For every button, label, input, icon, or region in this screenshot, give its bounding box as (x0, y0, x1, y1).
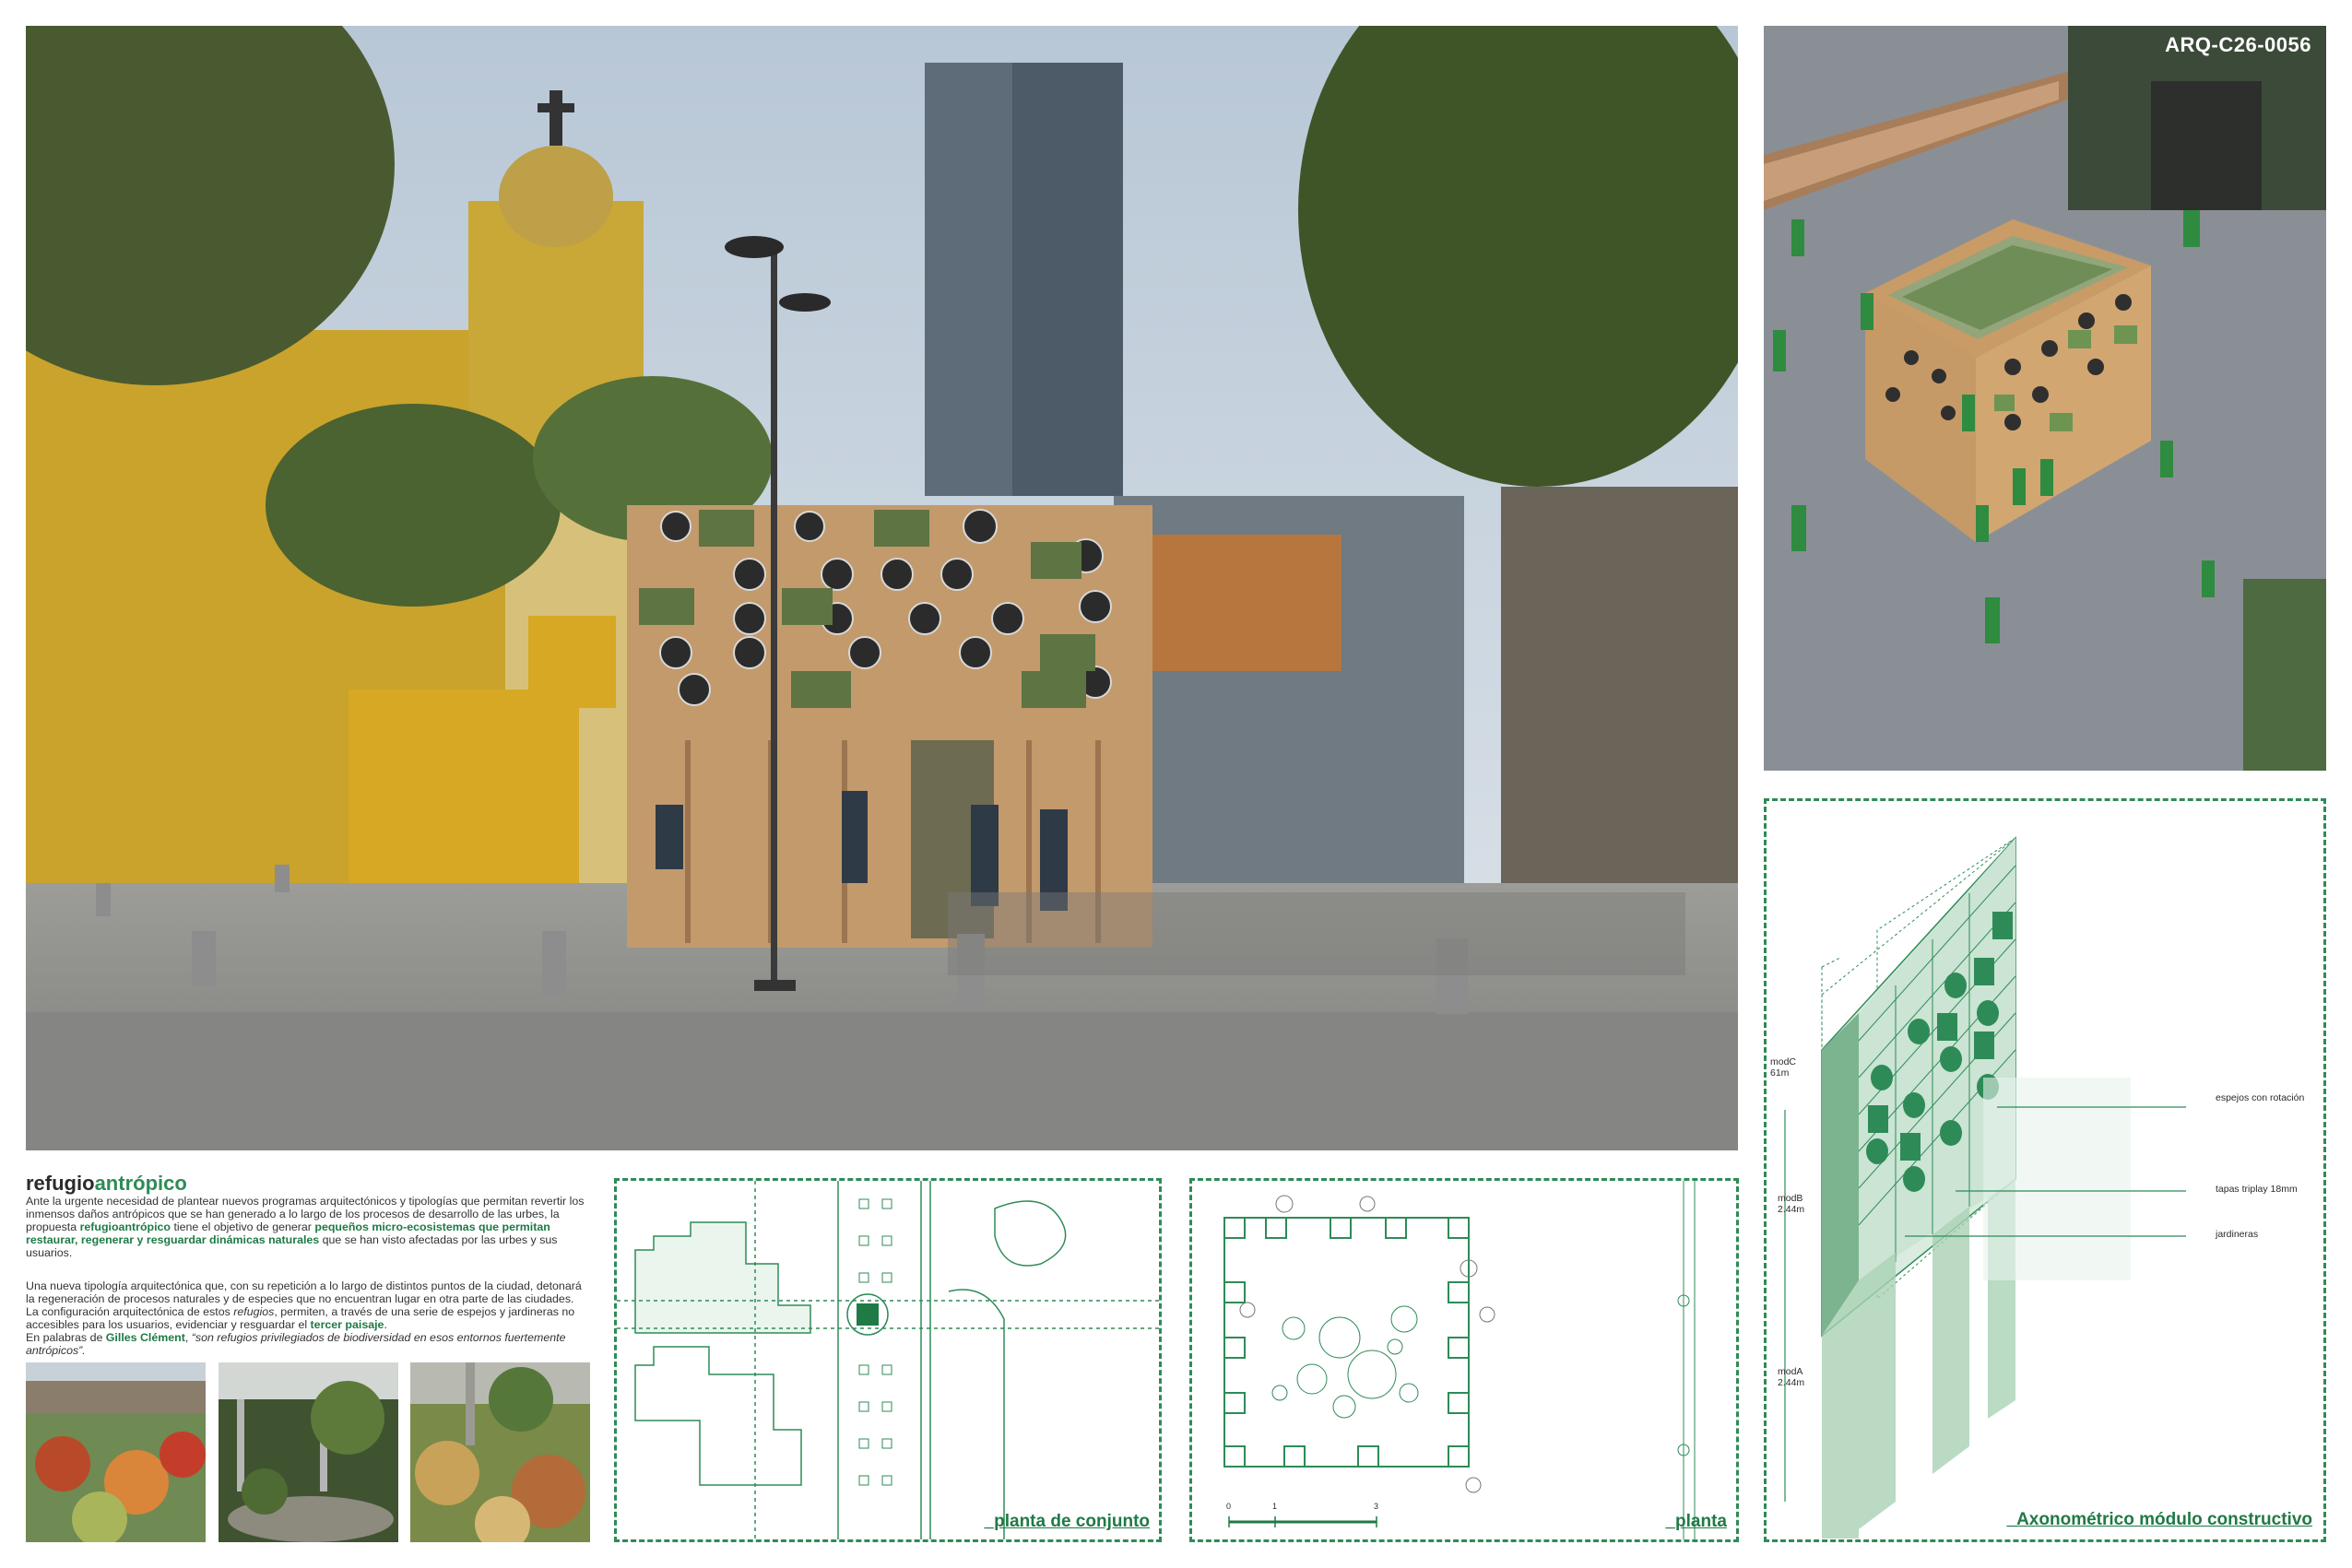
modC-text: modC (1770, 1056, 1797, 1067)
p2-d: tercer paisaje (310, 1318, 384, 1331)
label-covers: tapas triplay 18mm (2216, 1184, 2298, 1195)
p2-e: . (384, 1318, 387, 1331)
reference-photo-3 (410, 1362, 590, 1542)
floor-plan-caption: _planta (1665, 1512, 1727, 1531)
reference-photo-1 (26, 1362, 206, 1542)
site-plan-caption: _planta de conjunto (984, 1512, 1150, 1531)
p2-g: Gilles Clément (105, 1331, 185, 1344)
main-render-image (26, 26, 1738, 1150)
title-part1: refugio (26, 1172, 95, 1195)
p1-c: tiene el objetivo de generar (171, 1220, 315, 1233)
modA-text: modA (1778, 1366, 1803, 1377)
project-title: refugioantrópico (26, 1172, 187, 1196)
axonometric-caption: _Axonométrico módulo constructivo (2006, 1510, 2312, 1529)
label-modC: modC 61m (1770, 1056, 1796, 1079)
modB-text: modB (1778, 1193, 1803, 1204)
floor-plan-panel: 0 1 3 _planta (1189, 1178, 1739, 1542)
title-part2: antrópico (94, 1172, 187, 1195)
intro-paragraph-1: Ante la urgente necesidad de plantear nu… (26, 1195, 588, 1259)
site-plan-panel: _planta de conjunto (614, 1178, 1162, 1542)
label-modB: modB 2.44m (1778, 1193, 1804, 1215)
modC-dim: 61m (1770, 1067, 1790, 1079)
p2-b: refugios (233, 1305, 275, 1318)
axonometric-panel: espejos con rotación tapas triplay 18mm … (1764, 798, 2326, 1542)
aerial-render-image: ARQ-C26-0056 (1764, 26, 2326, 771)
scale-tick-3: 3 (1374, 1502, 1379, 1511)
project-code: ARQ-C26-0056 (2165, 33, 2311, 56)
modB-dim: 2.44m (1778, 1204, 1805, 1215)
p1-b: refugioantrópico (79, 1220, 171, 1233)
label-mirrors: espejos con rotación (2216, 1092, 2305, 1103)
scale-tick-1: 1 (1272, 1502, 1278, 1511)
intro-paragraph-2: Una nueva tipología arquitectónica que, … (26, 1279, 588, 1357)
label-modA: modA 2.44m (1778, 1366, 1804, 1388)
p2-f: En palabras de (26, 1331, 106, 1344)
modA-dim: 2.44m (1778, 1377, 1805, 1388)
scale-tick-0: 0 (1226, 1502, 1232, 1511)
label-planters: jardineras (2216, 1229, 2259, 1240)
reference-photo-2 (219, 1362, 398, 1542)
p2-h: , (184, 1331, 192, 1344)
